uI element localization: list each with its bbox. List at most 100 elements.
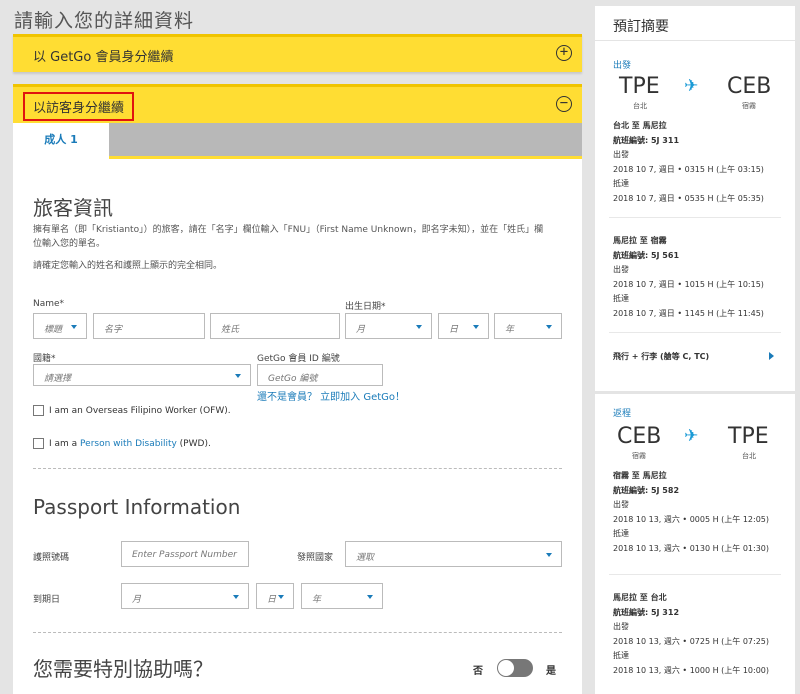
pwd-option[interactable]: I am a Person with Disability (PWD).: [33, 438, 211, 449]
ofw-label: I am an Overseas Filipino Worker (OFW).: [49, 405, 231, 416]
section-divider: [33, 632, 562, 633]
name-label: Name*: [33, 299, 65, 309]
join-getgo-link[interactable]: 還不是會員？ 立即加入 GetGo！: [257, 388, 405, 403]
issuing-country-label: 發照國家: [297, 553, 334, 563]
fare-bundle-link[interactable]: 飛行 + 行李 (艙等 C, TC): [613, 351, 709, 362]
guest-section-label: 以訪客身分繼續: [23, 92, 135, 121]
getgo-id-placeholder: GetGo 編號: [268, 374, 318, 384]
segment-arrive-time: 2018 10 7, 週日 • 1145 H (上午 11:45): [613, 308, 764, 318]
inbound-origin-city: 宿霧: [632, 452, 646, 460]
first-name-field[interactable]: 名字: [93, 313, 205, 339]
chevron-right-icon[interactable]: [769, 352, 774, 360]
minus-circle-icon[interactable]: −: [556, 96, 572, 112]
getgo-id-label: GetGo 會員 ID 編號: [257, 354, 340, 364]
nationality-value: 請選擇: [44, 374, 72, 384]
segment-arrive-label: 抵達: [613, 294, 629, 303]
segment-arrive-label: 抵達: [613, 529, 629, 538]
segment-depart-time: 2018 10 13, 週六 • 0725 H (上午 07:25): [613, 636, 769, 646]
getgo-id-field[interactable]: GetGo 編號: [257, 364, 383, 386]
pwd-link[interactable]: Person with Disability: [80, 439, 177, 449]
caret-down-icon: [546, 553, 552, 557]
inbound-origin-code: CEB: [617, 424, 662, 449]
expiry-day-select[interactable]: 日: [256, 583, 294, 609]
last-name-placeholder: 姓氏: [221, 325, 240, 335]
dob-label: 出生日期*: [345, 302, 386, 312]
guest-section-header[interactable]: 以訪客身分繼續 −: [13, 84, 582, 123]
assistance-toggle[interactable]: [497, 659, 533, 677]
segment-arrive-label: 抵達: [613, 179, 629, 188]
assistance-title: 您需要特別協助嗎？: [33, 657, 213, 681]
dob-month-select[interactable]: 月: [345, 313, 432, 339]
return-summary: 返程 CEB 宿霧 ✈ TPE 台北 宿霧 至 馬尼拉 航班編號: 5J 582…: [595, 394, 795, 694]
section-divider: [33, 468, 562, 469]
booking-summary: 預訂摘要 出發 TPE 台北 ✈ CEB 宿霧 台北 至 馬尼拉 航班編號: 5…: [595, 6, 795, 391]
airplane-icon: ✈: [684, 426, 699, 446]
segment-flight-number: 航班編號: 5J 311: [613, 135, 680, 145]
dob-day-select[interactable]: 日: [438, 313, 489, 339]
caret-down-icon: [233, 595, 239, 599]
passenger-tabs: 成人 1: [13, 123, 582, 159]
dob-year-select[interactable]: 年: [494, 313, 562, 339]
ofw-option[interactable]: I am an Overseas Filipino Worker (OFW).: [33, 405, 231, 416]
caret-down-icon: [278, 595, 284, 599]
expiry-month-value: 月: [132, 595, 142, 605]
traveler-info-title: 旅客資訊: [33, 196, 113, 220]
expiry-month-select[interactable]: 月: [121, 583, 249, 609]
tab-adult-1[interactable]: 成人 1: [13, 123, 109, 159]
dob-month-value: 月: [356, 325, 366, 335]
passport-info-title: Passport Information: [33, 495, 241, 519]
caret-down-icon: [546, 325, 552, 329]
assistance-no-label: 否: [473, 666, 483, 677]
segment-arrive-time: 2018 10 7, 週日 • 0535 H (上午 05:35): [613, 193, 764, 203]
segment-route: 馬尼拉 至 台北: [613, 593, 667, 602]
expiry-year-select[interactable]: 年: [301, 583, 383, 609]
dob-year-value: 年: [505, 325, 515, 335]
caret-down-icon: [71, 325, 77, 329]
issuing-country-select[interactable]: 選取: [345, 541, 562, 567]
dob-day-value: 日: [449, 325, 459, 335]
flight-segment: 馬尼拉 至 宿霧 航班編號: 5J 561 出發 2018 10 7, 週日 •…: [613, 234, 783, 321]
nationality-select[interactable]: 請選擇: [33, 364, 251, 386]
segment-flight-number: 航班編號: 5J 561: [613, 250, 680, 260]
outbound-label: 出發: [613, 61, 632, 71]
segment-depart-label: 出發: [613, 265, 629, 274]
segment-route: 宿霧 至 馬尼拉: [613, 471, 667, 480]
segment-depart-time: 2018 10 13, 週六 • 0005 H (上午 12:05): [613, 514, 769, 524]
member-section-header[interactable]: 以 GetGo 會員身分繼續 +: [13, 34, 582, 72]
outbound-dest-code: CEB: [727, 74, 772, 99]
caret-down-icon: [416, 325, 422, 329]
segment-flight-number: 航班編號: 5J 582: [613, 485, 680, 495]
segment-route: 台北 至 馬尼拉: [613, 121, 667, 130]
segment-arrive-label: 抵達: [613, 651, 629, 660]
segment-depart-label: 出發: [613, 150, 629, 159]
flight-segment: 宿霧 至 馬尼拉 航班編號: 5J 582 出發 2018 10 13, 週六 …: [613, 469, 783, 556]
title-select[interactable]: 標題: [33, 313, 87, 339]
passport-number-label: 護照號碼: [33, 553, 70, 563]
segment-depart-time: 2018 10 7, 週日 • 0315 H (上午 03:15): [613, 164, 764, 174]
single-name-help: 擁有單名（即「Kristianto」）的旅客，請在「名字」欄位輸入「FNU」（F…: [33, 223, 543, 251]
issuing-country-value: 選取: [356, 553, 375, 563]
expiry-day-value: 日: [267, 595, 277, 605]
expiry-year-value: 年: [312, 595, 322, 605]
inbound-label: 返程: [613, 409, 632, 419]
segment-divider: [609, 332, 781, 333]
pwd-label-suffix: (PWD).: [176, 438, 211, 449]
ofw-checkbox[interactable]: [33, 405, 44, 416]
title-select-value: 標題: [44, 325, 63, 335]
outbound-dest-city: 宿霧: [742, 102, 756, 110]
segment-flight-number: 航班編號: 5J 312: [613, 607, 680, 617]
flight-segment: 台北 至 馬尼拉 航班編號: 5J 311 出發 2018 10 7, 週日 •…: [613, 119, 783, 206]
outbound-origin-code: TPE: [619, 74, 660, 99]
passport-number-field[interactable]: Enter Passport Number: [121, 541, 249, 567]
expiry-label: 到期日: [33, 595, 61, 605]
segment-depart-label: 出發: [613, 500, 629, 509]
plus-circle-icon[interactable]: +: [556, 45, 572, 61]
pwd-checkbox[interactable]: [33, 438, 44, 449]
last-name-field[interactable]: 姓氏: [210, 313, 340, 339]
segment-route: 馬尼拉 至 宿霧: [613, 236, 667, 245]
nationality-label: 國籍*: [33, 354, 56, 364]
caret-down-icon: [235, 374, 241, 378]
segment-arrive-time: 2018 10 13, 週六 • 0130 H (上午 01:30): [613, 543, 769, 553]
segment-depart-time: 2018 10 7, 週日 • 1015 H (上午 10:15): [613, 279, 764, 289]
assistance-yes-label: 是: [546, 666, 556, 677]
